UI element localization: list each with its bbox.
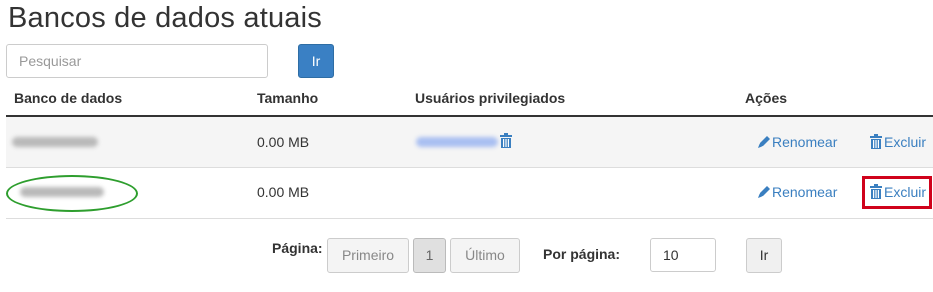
header-size: Tamanho [257, 90, 319, 106]
search-input[interactable] [6, 44, 268, 78]
header-actions: Ações [745, 90, 788, 106]
database-size: 0.00 MB [257, 184, 310, 200]
trash-icon [870, 134, 882, 149]
first-page-button[interactable]: Primeiro [327, 238, 409, 273]
pencil-icon [758, 136, 770, 148]
search-go-button[interactable]: Ir [298, 44, 334, 78]
per-page-label: Por página: [543, 246, 621, 262]
row-divider [6, 218, 933, 219]
rename-link[interactable]: Renomear [757, 184, 837, 200]
header-privileged-users: Usuários privilegiados [415, 90, 566, 106]
rename-label: Renomear [772, 134, 838, 150]
highlight-box [862, 176, 932, 209]
privileged-user-redacted[interactable] [416, 137, 498, 147]
delete-link[interactable]: Excluir [869, 134, 926, 150]
last-page-button[interactable]: Último [450, 238, 520, 273]
annotation-ellipse [6, 175, 138, 212]
pagination-label: Página: [272, 240, 323, 256]
delete-label: Excluir [884, 134, 927, 150]
header-database: Banco de dados [14, 90, 123, 106]
row-divider [6, 167, 933, 168]
database-size: 0.00 MB [257, 134, 310, 150]
page-title: Bancos de dados atuais [8, 2, 322, 34]
per-page-go-button[interactable]: Ir [746, 238, 782, 273]
database-name-redacted [12, 137, 98, 147]
current-page-button[interactable]: 1 [413, 238, 446, 273]
per-page-input[interactable] [650, 238, 716, 272]
rename-link[interactable]: Renomear [757, 134, 837, 150]
trash-icon[interactable] [499, 133, 513, 148]
pencil-icon [758, 186, 770, 198]
rename-label: Renomear [772, 184, 838, 200]
